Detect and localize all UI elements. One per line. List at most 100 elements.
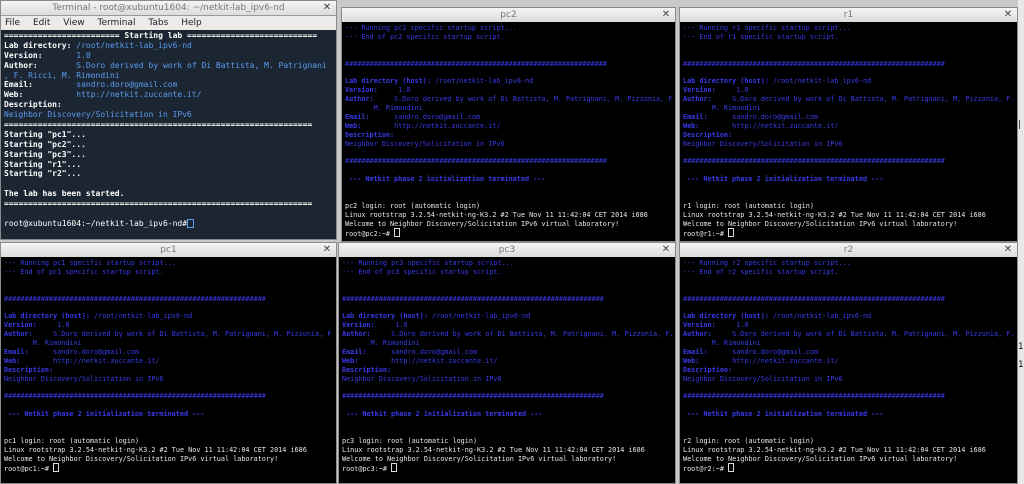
terminal-output[interactable]: ======================== Starting lab ==…	[1, 30, 336, 239]
xterm-output[interactable]: --- Running pc3 specific startup script.…	[339, 257, 675, 483]
xterm-window-r1[interactable]: r1 ✕ --- Running r1 specific startup scr…	[679, 7, 1018, 242]
window-title: pc3	[498, 245, 516, 255]
xterm-line	[683, 42, 1014, 51]
xterm-line: Author: S.Doro derived by work of Di Bat…	[4, 330, 333, 339]
xterm-titlebar[interactable]: pc3 ✕	[339, 243, 675, 258]
xterm-line: Linux rootstrap 3.2.54-netkit-ng-K3.2 #2…	[345, 210, 648, 219]
xterm-prompt: root@pc3:~#	[342, 463, 672, 473]
terminal-menubar: File Edit View Terminal Tabs Help	[1, 16, 336, 31]
xterm-line: ########################################…	[683, 294, 945, 303]
running-line: --- Running r2 specific startup script..…	[683, 259, 851, 267]
xterm-line: M. Rimondini	[342, 339, 420, 348]
xterm-line: Linux rootstrap 3.2.54-netkit-ng-K3.2 #2…	[683, 210, 986, 219]
menu-file[interactable]: File	[5, 18, 20, 28]
xterm-output[interactable]: --- Running r1 specific startup script..…	[680, 22, 1017, 241]
xterm-line	[683, 148, 1014, 157]
terminal-line: Description:	[4, 100, 62, 110]
xterm-prompt: root@pc2:~#	[345, 228, 672, 238]
menu-edit[interactable]: Edit	[33, 18, 50, 28]
terminal-line: Starting "pc1"...	[4, 129, 86, 139]
xterm-line	[683, 383, 1014, 392]
window-title: r1	[843, 10, 854, 20]
xterm-line	[345, 166, 672, 175]
terminal-line: ========================================…	[4, 120, 313, 130]
terminal-window[interactable]: Terminal - root@xubuntu1604: ~/netkit-la…	[0, 0, 337, 240]
xterm-line: ########################################…	[4, 392, 266, 401]
xterm-line: --- Netkit phase 2 initialization termin…	[687, 410, 884, 419]
xterm-line	[345, 68, 672, 77]
xterm-line	[4, 303, 333, 312]
xterm-line	[683, 184, 1014, 193]
menu-tabs[interactable]: Tabs	[148, 18, 168, 28]
xterm-line	[4, 383, 333, 392]
window-title: pc1	[160, 245, 177, 255]
xterm-line	[683, 286, 1014, 295]
xterm-line	[342, 401, 672, 410]
xterm-line: ########################################…	[342, 392, 604, 401]
xterm-line: ########################################…	[683, 392, 945, 401]
xterm-line: --- Running r1 specific startup script..…	[683, 24, 1014, 33]
close-icon[interactable]: ✕	[660, 244, 672, 256]
menu-terminal[interactable]: Terminal	[97, 18, 135, 28]
xterm-output[interactable]: --- Running pc2 specific startup script.…	[342, 22, 675, 241]
xterm-window-pc2[interactable]: pc2 ✕ --- Running pc2 specific startup s…	[341, 7, 676, 242]
xterm-line: Linux rootstrap 3.2.54-netkit-ng-K3.2 #2…	[683, 445, 986, 454]
xterm-titlebar[interactable]: r1 ✕	[680, 8, 1017, 23]
xterm-line: Version: 1.0	[683, 321, 749, 330]
menu-help[interactable]: Help	[181, 18, 202, 28]
close-icon[interactable]: ✕	[1002, 244, 1014, 256]
xterm-line	[683, 166, 1014, 175]
xterm-output[interactable]: --- Running pc1 specific startup script.…	[1, 257, 336, 483]
xterm-line: Description:	[683, 365, 733, 374]
xterm-window-pc1[interactable]: pc1 ✕ --- Running pc1 specific startup s…	[0, 242, 337, 484]
xterm-line: pc1 login: root (automatic login)	[4, 436, 140, 445]
xterm-prompt: root@r2:~#	[683, 463, 1014, 473]
xterm-window-pc3[interactable]: pc3 ✕ --- Running pc3 specific startup s…	[338, 242, 676, 484]
close-icon[interactable]: ✕	[321, 2, 333, 14]
terminal-prompt[interactable]: root@xubuntu1604:~/netkit-lab_ipv6-nd#	[4, 218, 333, 229]
xterm-line: M. Rimondini	[683, 104, 761, 113]
xterm-line: Lab directory (host): /root/netkit-lab_i…	[345, 77, 534, 86]
xterm-line: Linux rootstrap 3.2.54-netkit-ng-K3.2 #2…	[342, 445, 645, 454]
terminal-line: Email: sandro.doro@gmail.com	[4, 80, 178, 90]
xterm-titlebar[interactable]: pc1 ✕	[1, 243, 336, 258]
xterm-line: --- Running pc1 specific startup script.…	[4, 259, 333, 268]
xterm-line: Welcome to Neighbor Discovery/Solicitati…	[683, 454, 958, 463]
xterm-line: Welcome to Neighbor Discovery/Solicitati…	[683, 219, 958, 228]
xterm-line	[342, 303, 672, 312]
terminal-line: , F. Ricci, M. Rimondini	[4, 70, 120, 80]
xterm-line: --- End of r1 specific startup script.	[683, 33, 1014, 42]
xterm-output[interactable]: --- Running r2 specific startup script..…	[680, 257, 1017, 483]
xterm-line: --- End of pc1 specific startup script.	[4, 268, 333, 277]
terminal-line: Lab directory: /root/netkit-lab_ipv6-nd	[4, 40, 192, 50]
xterm-line: r1 login: root (automatic login)	[683, 201, 814, 210]
xterm-line: ########################################…	[4, 294, 266, 303]
terminal-line: ======================== Starting lab ==…	[4, 31, 318, 40]
xterm-line	[345, 184, 672, 193]
xterm-line	[683, 68, 1014, 77]
xterm-line: --- Netkit phase 2 initialization termin…	[687, 175, 884, 184]
xterm-line	[4, 277, 333, 286]
terminal-line: Web: http://netkit.zuccante.it/	[4, 90, 202, 100]
close-icon[interactable]: ✕	[1002, 9, 1014, 21]
xterm-line	[342, 286, 672, 295]
xterm-line: M. Rimondini	[683, 339, 761, 348]
xterm-line: Lab directory (host): /root/netkit-lab_i…	[683, 77, 872, 86]
xterm-line	[4, 419, 333, 428]
xterm-line	[345, 148, 672, 157]
xterm-window-r2[interactable]: r2 ✕ --- Running r2 specific startup scr…	[679, 242, 1018, 484]
xterm-line	[345, 193, 672, 202]
xterm-titlebar[interactable]: pc2 ✕	[342, 8, 675, 23]
xterm-line	[683, 51, 1014, 60]
close-icon[interactable]: ✕	[321, 244, 333, 256]
xterm-line: Version: 1.0	[683, 86, 749, 95]
terminal-titlebar[interactable]: Terminal - root@xubuntu1604: ~/netkit-la…	[1, 1, 336, 16]
terminal-line: Starting "pc2"...	[4, 139, 86, 149]
close-icon[interactable]: ✕	[660, 9, 672, 21]
xterm-titlebar[interactable]: r2 ✕	[680, 243, 1017, 258]
xterm-line: Author: S.Doro derived by work of Di Bat…	[342, 330, 672, 339]
xterm-line	[683, 428, 1014, 437]
xterm-line: Email: sandro.doro@gmail.com	[4, 347, 140, 356]
menu-view[interactable]: View	[63, 18, 84, 28]
